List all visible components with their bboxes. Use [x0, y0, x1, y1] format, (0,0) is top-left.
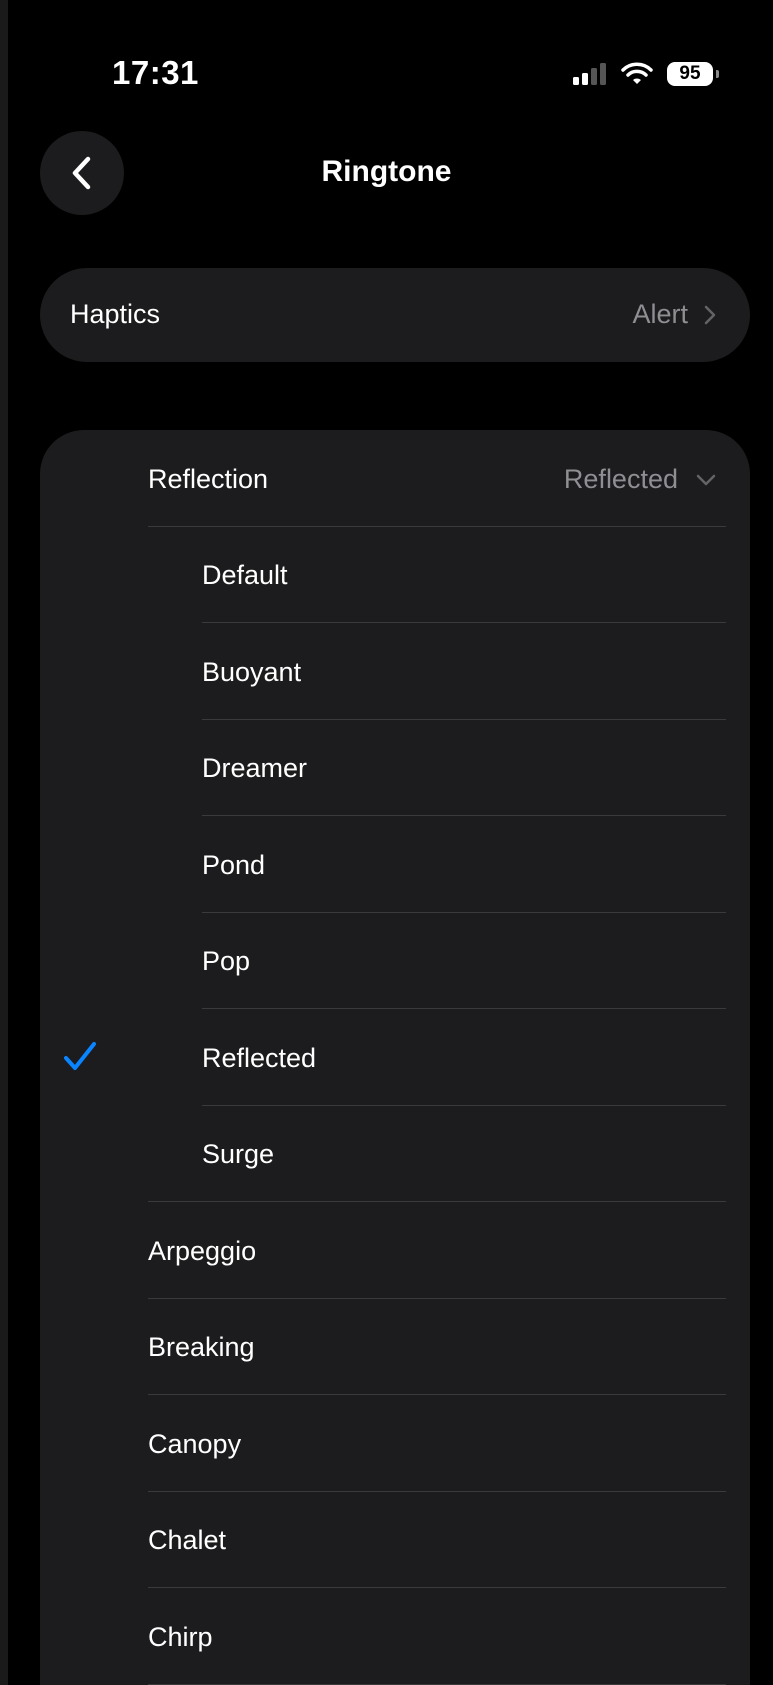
haptics-value-group: Alert	[632, 299, 716, 330]
ringtone-row[interactable]: Arpeggio	[40, 1202, 750, 1298]
ringtone-screen: 17:31 95 Ringtone Haptics Alert Reflecti…	[0, 0, 773, 1685]
section-label: Reflection	[148, 464, 269, 494]
ringtone-label: Arpeggio	[148, 1235, 257, 1266]
sound-option-row[interactable]: Pond	[40, 816, 750, 912]
sound-option-label: Pop	[202, 946, 251, 976]
cellular-signal-icon	[573, 63, 606, 85]
ringtone-label: Breaking	[148, 1332, 255, 1362]
sound-option-row[interactable]: Default	[40, 526, 750, 622]
ringtone-list-card: Reflection Reflected Default Buoyant Dream…	[40, 430, 750, 1685]
checkmark-icon	[64, 1041, 96, 1070]
sound-option-label: Default	[202, 560, 288, 590]
sound-option-label: Reflected	[202, 1042, 317, 1073]
sound-option-label: Buoyant	[202, 656, 302, 687]
section-value: Reflected	[563, 464, 678, 494]
battery-indicator: 95	[667, 62, 719, 86]
sound-option-label: Surge	[202, 1139, 275, 1169]
ringtone-label: Chirp	[148, 1621, 213, 1652]
sound-option-row[interactable]: Surge	[40, 1105, 750, 1201]
section-value-group: Reflected	[564, 464, 716, 495]
chevron-right-icon	[704, 305, 716, 324]
row-separator	[148, 1683, 726, 1685]
haptics-label: Haptics	[70, 299, 161, 329]
sound-option-row[interactable]: Dreamer	[40, 719, 750, 815]
battery-level: 95	[679, 63, 701, 84]
haptics-row[interactable]: Haptics Alert	[40, 268, 750, 362]
status-time: 17:31	[112, 54, 199, 91]
page-title: Ringtone	[321, 155, 452, 188]
sound-option-row[interactable]: Pop	[40, 912, 750, 1008]
status-icons: 95	[573, 56, 719, 92]
ringtone-row[interactable]: Breaking	[40, 1298, 750, 1394]
haptics-value: Alert	[632, 299, 688, 329]
ringtone-label: Chalet	[148, 1525, 227, 1555]
sound-option-label: Dreamer	[202, 753, 308, 783]
ringtone-row[interactable]: Chirp	[40, 1588, 750, 1684]
wifi-icon	[621, 62, 653, 84]
screen-edge	[0, 0, 8, 1685]
sound-option-row[interactable]: Buoyant	[40, 623, 750, 719]
chevron-down-icon	[696, 474, 716, 485]
reflection-section-header[interactable]: Reflection Reflected	[148, 430, 750, 526]
sound-option-row[interactable]: Reflected	[40, 1009, 750, 1105]
ringtone-row[interactable]: Canopy	[40, 1395, 750, 1491]
ringtone-row[interactable]: Chalet	[40, 1491, 750, 1587]
sound-option-label: Pond	[202, 849, 266, 880]
ringtone-label: Canopy	[148, 1428, 242, 1459]
